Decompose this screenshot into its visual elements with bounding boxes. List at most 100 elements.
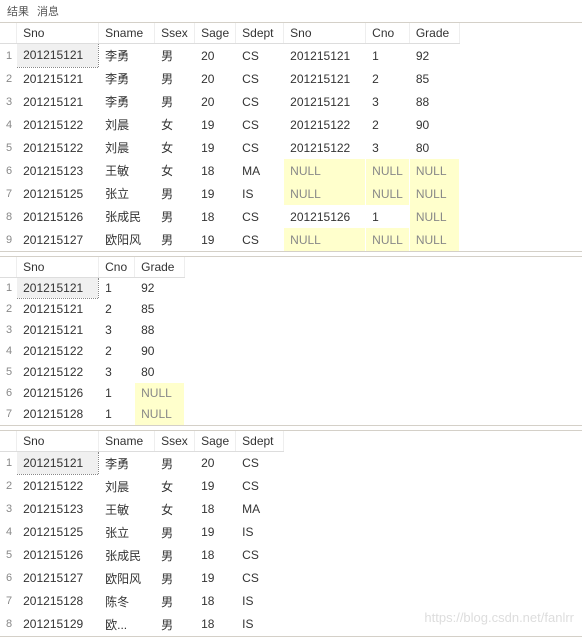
- cell-ssex[interactable]: 女: [155, 475, 195, 498]
- cell-grade[interactable]: NULL: [409, 182, 459, 205]
- cell-ssex[interactable]: 女: [155, 136, 195, 159]
- column-header-cno[interactable]: Cno: [99, 257, 135, 278]
- cell-sdept[interactable]: CS: [236, 113, 284, 136]
- table-row[interactable]: 8201215126张成民男18CS2012151261NULL: [0, 205, 459, 228]
- cell-sno[interactable]: 201215121: [284, 90, 366, 113]
- cell-ssex[interactable]: 男: [155, 544, 195, 567]
- cell-sdept[interactable]: IS: [236, 613, 284, 636]
- data-table[interactable]: SnoCnoGrade12012151211922201215121285320…: [0, 257, 185, 425]
- cell-sage[interactable]: 20: [195, 44, 236, 68]
- cell-ssex[interactable]: 男: [155, 521, 195, 544]
- cell-sname[interactable]: 李勇: [99, 451, 155, 475]
- cell-sdept[interactable]: CS: [236, 228, 284, 251]
- cell-sno[interactable]: 201215121: [284, 67, 366, 90]
- column-header-sno[interactable]: Sno: [284, 23, 366, 44]
- cell-sno[interactable]: 201215123: [17, 498, 99, 521]
- table-row[interactable]: 4201215122290: [0, 341, 185, 362]
- cell-sage[interactable]: 19: [195, 182, 236, 205]
- column-header-sno[interactable]: Sno: [17, 23, 99, 44]
- cell-grade[interactable]: NULL: [409, 205, 459, 228]
- tab-messages[interactable]: 消息: [34, 2, 62, 20]
- cell-sno[interactable]: 201215125: [17, 182, 99, 205]
- cell-ssex[interactable]: 女: [155, 498, 195, 521]
- cell-sage[interactable]: 19: [195, 113, 236, 136]
- cell-sage[interactable]: 19: [195, 475, 236, 498]
- cell-sdept[interactable]: CS: [236, 475, 284, 498]
- results-grid-2[interactable]: SnoCnoGrade12012151211922201215121285320…: [0, 256, 582, 426]
- cell-sno[interactable]: 201215128: [17, 404, 99, 425]
- table-row[interactable]: 1201215121李勇男20CS201215121192: [0, 44, 459, 68]
- table-row[interactable]: 9201215127欧阳风男19CSNULLNULLNULL: [0, 228, 459, 251]
- cell-cno[interactable]: 1: [99, 278, 135, 299]
- cell-cno[interactable]: NULL: [366, 182, 410, 205]
- cell-sname[interactable]: 刘晨: [99, 475, 155, 498]
- cell-ssex[interactable]: 男: [155, 90, 195, 113]
- cell-ssex[interactable]: 女: [155, 159, 195, 182]
- cell-sno[interactable]: 201215121: [17, 320, 99, 341]
- table-row[interactable]: 5201215126张成民男18CS: [0, 544, 284, 567]
- results-grid-1[interactable]: SnoSnameSsexSageSdeptSnoCnoGrade12012151…: [0, 22, 582, 252]
- cell-grade[interactable]: 88: [409, 90, 459, 113]
- cell-cno[interactable]: NULL: [366, 159, 410, 182]
- cell-sdept[interactable]: CS: [236, 67, 284, 90]
- cell-sno[interactable]: 201215121: [284, 44, 366, 68]
- cell-sname[interactable]: 张立: [99, 182, 155, 205]
- cell-sage[interactable]: 18: [195, 613, 236, 636]
- cell-grade[interactable]: 90: [409, 113, 459, 136]
- cell-sname[interactable]: 欧...: [99, 613, 155, 636]
- column-header-sage[interactable]: Sage: [195, 431, 236, 452]
- cell-sage[interactable]: 20: [195, 451, 236, 475]
- cell-sname[interactable]: 刘晨: [99, 136, 155, 159]
- cell-sno[interactable]: 201215126: [17, 544, 99, 567]
- cell-sno[interactable]: 201215122: [284, 136, 366, 159]
- cell-sage[interactable]: 19: [195, 521, 236, 544]
- cell-sname[interactable]: 陈冬: [99, 590, 155, 613]
- cell-sno[interactable]: 201215121: [17, 451, 99, 475]
- column-header-sdept[interactable]: Sdept: [236, 431, 284, 452]
- cell-sname[interactable]: 李勇: [99, 90, 155, 113]
- cell-sdept[interactable]: CS: [236, 205, 284, 228]
- cell-grade[interactable]: NULL: [135, 383, 185, 404]
- column-header-grade[interactable]: Grade: [409, 23, 459, 44]
- cell-sage[interactable]: 18: [195, 159, 236, 182]
- cell-sname[interactable]: 李勇: [99, 44, 155, 68]
- cell-sdept[interactable]: IS: [236, 182, 284, 205]
- cell-sage[interactable]: 19: [195, 567, 236, 590]
- cell-sname[interactable]: 李勇: [99, 67, 155, 90]
- cell-grade[interactable]: 85: [135, 299, 185, 320]
- cell-sdept[interactable]: CS: [236, 136, 284, 159]
- cell-grade[interactable]: NULL: [409, 228, 459, 251]
- cell-sno[interactable]: 201215122: [284, 113, 366, 136]
- cell-grade[interactable]: 90: [135, 341, 185, 362]
- cell-sno[interactable]: 201215126: [17, 205, 99, 228]
- cell-ssex[interactable]: 男: [155, 567, 195, 590]
- cell-grade[interactable]: NULL: [409, 159, 459, 182]
- cell-sname[interactable]: 刘晨: [99, 113, 155, 136]
- cell-sname[interactable]: 欧阳风: [99, 567, 155, 590]
- cell-ssex[interactable]: 男: [155, 44, 195, 68]
- cell-sname[interactable]: 王敏: [99, 498, 155, 521]
- cell-sname[interactable]: 张立: [99, 521, 155, 544]
- table-row[interactable]: 1201215121192: [0, 278, 185, 299]
- cell-cno[interactable]: 3: [366, 136, 410, 159]
- cell-sno[interactable]: 201215122: [17, 113, 99, 136]
- table-row[interactable]: 6201215127欧阳风男19CS: [0, 567, 284, 590]
- cell-grade[interactable]: 92: [409, 44, 459, 68]
- table-row[interactable]: 1201215121李勇男20CS: [0, 451, 284, 475]
- table-row[interactable]: 2201215121285: [0, 299, 185, 320]
- cell-sdept[interactable]: IS: [236, 590, 284, 613]
- cell-sage[interactable]: 19: [195, 228, 236, 251]
- table-row[interactable]: 3201215123王敏女18MA: [0, 498, 284, 521]
- table-row[interactable]: 2201215122刘晨女19CS: [0, 475, 284, 498]
- table-row[interactable]: 8201215129欧...男18IS: [0, 613, 284, 636]
- cell-sage[interactable]: 18: [195, 205, 236, 228]
- cell-sno[interactable]: 201215127: [17, 567, 99, 590]
- cell-cno[interactable]: 2: [366, 67, 410, 90]
- cell-sdept[interactable]: MA: [236, 498, 284, 521]
- cell-cno[interactable]: 2: [366, 113, 410, 136]
- cell-sno[interactable]: 201215122: [17, 136, 99, 159]
- cell-sno[interactable]: 201215128: [17, 590, 99, 613]
- cell-sage[interactable]: 19: [195, 136, 236, 159]
- cell-sage[interactable]: 18: [195, 544, 236, 567]
- cell-sname[interactable]: 张成民: [99, 544, 155, 567]
